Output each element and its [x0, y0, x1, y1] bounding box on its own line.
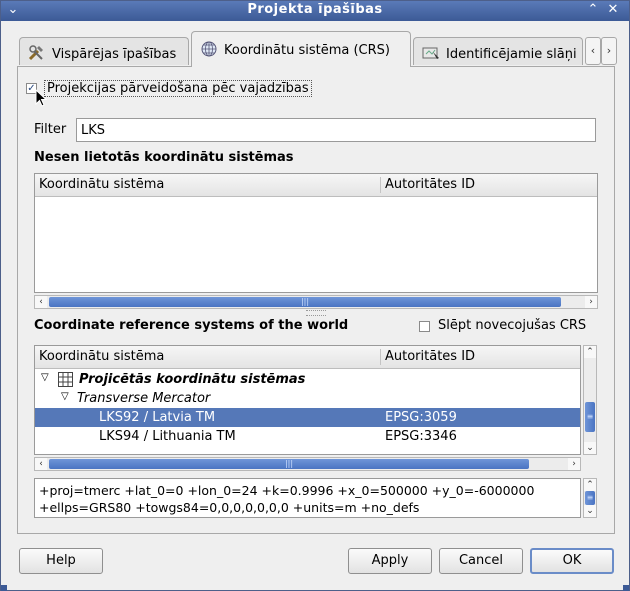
world-crs-vscrollbar[interactable]: ⌃ ≡ ⌄ [583, 345, 597, 455]
hide-deprecated-label[interactable]: Slēpt novecojušas CRS [438, 318, 586, 333]
expand-arrow-icon[interactable]: ▽ [41, 372, 49, 383]
column-header-authority-id[interactable]: Autoritātes ID [385, 349, 475, 364]
grid-icon [58, 372, 73, 387]
scroll-right-arrow-icon[interactable]: › [585, 296, 597, 308]
ok-button[interactable]: OK [530, 548, 614, 574]
title-bar[interactable]: ⌄ Projekta īpašības ⌃ ✕ [1, 1, 629, 21]
expand-arrow-icon[interactable]: ▽ [61, 391, 69, 402]
project-properties-window: ⌄ Projekta īpašības ⌃ ✕ Vispārējas īpašī… [0, 0, 630, 591]
scroll-down-arrow-icon[interactable]: ⌄ [584, 505, 596, 517]
filter-input[interactable] [76, 118, 596, 142]
recent-crs-header: Koordinātu sistēma Autoritātes ID [35, 174, 597, 197]
scroll-up-arrow-icon[interactable]: ⌃ [584, 479, 596, 491]
tab-crs[interactable]: Koordinātu sistēma (CRS) [191, 31, 411, 67]
column-divider[interactable] [380, 177, 381, 193]
proj-string-vscrollbar[interactable]: ⌃ ≡ ⌄ [583, 478, 597, 518]
tree-subgroup-label: Transverse Mercator [77, 391, 211, 406]
tab-crs-label: Koordinātu sistēma (CRS) [224, 43, 390, 58]
resize-corner[interactable] [623, 585, 629, 591]
scroll-left-arrow-icon[interactable]: ‹ [35, 458, 47, 470]
recent-crs-heading: Nesen lietotās koordinātu sistēmas [34, 150, 294, 165]
world-crs-hscrollbar[interactable]: ‹ ||| › [34, 457, 581, 471]
tools-icon [28, 45, 46, 61]
resize-corner[interactable] [1, 585, 7, 591]
tab-bar: Vispārējas īpašības Koordinātu sistēma (… [15, 31, 617, 67]
scroll-thumb[interactable]: ||| [49, 297, 561, 307]
tab-general[interactable]: Vispārējas īpašības [19, 37, 189, 65]
on-the-fly-projection-label[interactable]: Projekcijas pārveidošana pēc vajadzības [44, 80, 312, 97]
crs-row-lks92[interactable]: LKS92 / Latvia TM EPSG:3059 [35, 408, 580, 427]
scroll-right-arrow-icon[interactable]: › [568, 458, 580, 470]
apply-button[interactable]: Apply [348, 548, 432, 574]
help-button[interactable]: Help [19, 548, 103, 574]
recent-crs-table[interactable]: Koordinātu sistēma Autoritātes ID [34, 173, 598, 293]
identify-icon [422, 45, 440, 61]
crs-authority-id: EPSG:3346 [385, 429, 457, 444]
crs-authority-id: EPSG:3059 [385, 410, 457, 425]
filter-label: Filter [34, 122, 67, 137]
world-crs-header: Koordinātu sistēma Autoritātes ID [35, 346, 580, 369]
scroll-down-arrow-icon[interactable]: ⌄ [584, 442, 596, 454]
close-icon[interactable]: ✕ [605, 2, 621, 18]
globe-icon [200, 41, 218, 57]
crs-row-lks94[interactable]: LKS94 / Lithuania TM EPSG:3346 [35, 427, 580, 446]
hide-deprecated-checkbox[interactable] [419, 321, 430, 332]
tab-identify-layers[interactable]: Identificējamie slāņi [413, 37, 583, 65]
world-crs-tree[interactable]: Koordinātu sistēma Autoritātes ID ▽ Proj… [34, 345, 581, 455]
crs-name: LKS92 / Latvia TM [99, 410, 216, 425]
scroll-thumb[interactable]: ≡ [585, 402, 595, 432]
scroll-thumb[interactable]: ||| [49, 459, 529, 469]
column-header-crs[interactable]: Koordinātu sistēma [39, 349, 164, 364]
scroll-up-arrow-icon[interactable]: ⌃ [584, 346, 596, 358]
column-header-authority-id[interactable]: Autoritātes ID [385, 177, 475, 192]
tree-group-projected[interactable]: ▽ Projicētās koordinātu sistēmas [35, 370, 580, 389]
world-crs-heading: Coordinate reference systems of the worl… [34, 318, 349, 333]
tree-subgroup-tm[interactable]: ▽ Transverse Mercator [35, 389, 580, 408]
column-divider[interactable] [380, 349, 381, 365]
splitter-handle[interactable] [306, 310, 326, 316]
tab-general-label: Vispārējas īpašības [52, 47, 177, 62]
window-title: Projekta īpašības [247, 2, 383, 17]
cancel-button[interactable]: Cancel [439, 548, 523, 574]
tab-scroll-right-button[interactable]: › [601, 37, 617, 65]
proj-string-line-2: +ellps=GRS80 +towgs84=0,0,0,0,0,0,0 +uni… [39, 500, 420, 515]
scroll-left-arrow-icon[interactable]: ‹ [35, 296, 47, 308]
scroll-thumb[interactable]: ≡ [585, 491, 595, 505]
crs-name: LKS94 / Lithuania TM [99, 429, 236, 444]
chevron-up-icon[interactable]: ⌃ [585, 2, 601, 18]
proj-string-line-1: +proj=tmerc +lat_0=0 +lon_0=24 +k=0.9996… [39, 483, 535, 498]
tab-identify-label: Identificējamie slāņi [446, 47, 577, 62]
proj-string-text[interactable]: +proj=tmerc +lat_0=0 +lon_0=24 +k=0.9996… [39, 482, 579, 516]
tab-scroll-left-button[interactable]: ‹ [585, 37, 601, 65]
tree-group-label: Projicētās koordinātu sistēmas [79, 372, 306, 387]
column-header-crs[interactable]: Koordinātu sistēma [39, 177, 164, 192]
recent-crs-hscrollbar[interactable]: ‹ ||| › [34, 295, 598, 309]
